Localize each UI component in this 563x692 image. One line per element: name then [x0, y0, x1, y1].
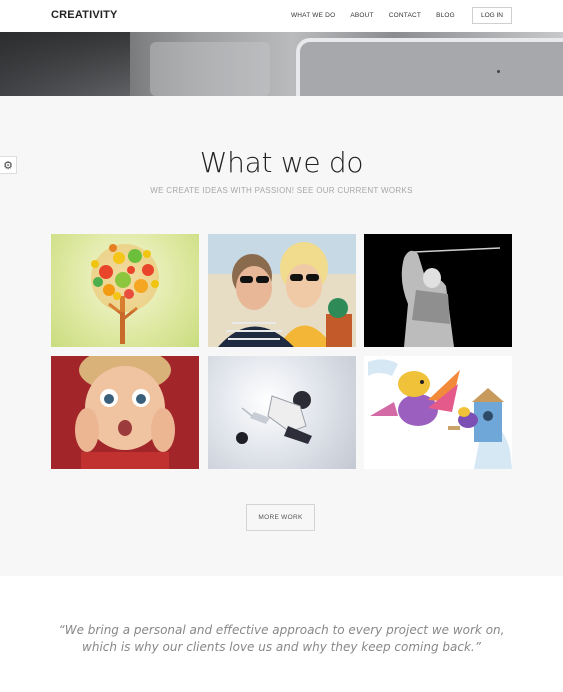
football-photo: [236, 391, 312, 444]
nav-item-what-we-do[interactable]: WHAT WE DO: [291, 12, 335, 19]
main-nav: WHAT WE DO ABOUT CONTACT BLOG LOG IN: [276, 7, 512, 24]
what-we-do-section: ⚙ What we do WE CREATE IDEAS WITH PASSIO…: [0, 96, 563, 576]
portfolio-tile-couple[interactable]: [208, 234, 356, 347]
testimonial-quote: “We bring a personal and effective appro…: [58, 623, 505, 654]
tree-illustration: [91, 244, 159, 344]
login-button[interactable]: LOG IN: [471, 7, 512, 24]
nav-item-about[interactable]: ABOUT: [350, 12, 373, 19]
portfolio-tile-kid[interactable]: [51, 356, 199, 469]
laptop-shape: [296, 38, 563, 96]
kid-photo: [51, 356, 199, 469]
nav-item-blog[interactable]: BLOG: [436, 12, 455, 19]
section-title: What we do: [199, 146, 364, 179]
golfer-photo: [364, 234, 512, 347]
site-logo[interactable]: CREATIVITY: [51, 9, 118, 21]
portfolio-tile-football[interactable]: [208, 356, 356, 469]
hero-image: [0, 32, 563, 96]
birds-illustration: [364, 356, 512, 469]
portfolio-tile-birds[interactable]: [364, 356, 512, 469]
nav-item-contact[interactable]: CONTACT: [389, 12, 421, 19]
section-subtitle: WE CREATE IDEAS WITH PASSION! SEE OUR CU…: [150, 186, 413, 195]
portfolio-grid: [51, 234, 512, 469]
site-header: CREATIVITY WHAT WE DO ABOUT CONTACT BLOG…: [0, 0, 563, 32]
more-work-button[interactable]: MORE WORK: [246, 504, 315, 531]
couple-photo: [208, 234, 356, 347]
portfolio-tile-golfer[interactable]: [364, 234, 512, 347]
portfolio-tile-tree[interactable]: [51, 234, 199, 347]
